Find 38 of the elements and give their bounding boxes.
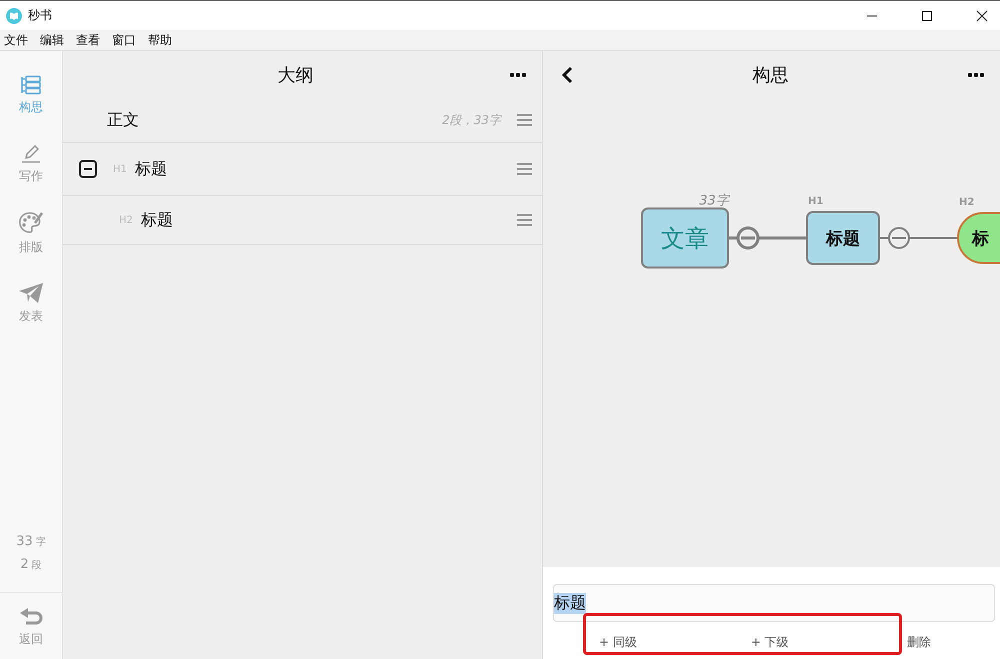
count-unit: 段 xyxy=(32,559,42,572)
close-icon[interactable] xyxy=(976,10,988,22)
drag-handle-icon[interactable] xyxy=(517,214,532,226)
action-button[interactable]: + 下级 xyxy=(750,632,789,653)
heading-level: H2 xyxy=(959,197,974,208)
outline-item-text[interactable]: 正文 xyxy=(107,110,139,130)
outline-icon xyxy=(20,75,42,95)
word-count: 33字 xyxy=(699,194,729,208)
outline-item-text[interactable]: 标题 xyxy=(134,158,167,180)
panel-title: 构思 xyxy=(752,64,790,86)
menu-item[interactable]: 文件 xyxy=(4,32,28,48)
palette-icon xyxy=(18,211,44,235)
word-count: 2段，33字 xyxy=(442,112,501,128)
pencil-icon xyxy=(20,142,42,164)
count-value: 2 xyxy=(20,557,29,572)
undo-arrow-icon xyxy=(19,607,43,627)
menu-item[interactable]: 帮助 xyxy=(148,32,172,48)
window-title: 秒书 xyxy=(28,7,52,24)
topic-node[interactable]: 标 xyxy=(957,212,1000,264)
menu-item[interactable]: 查看 xyxy=(76,32,100,48)
drag-handle-icon[interactable] xyxy=(517,163,532,175)
drag-handle-icon[interactable] xyxy=(517,114,532,126)
menu-item[interactable]: 窗口 xyxy=(112,32,136,48)
action-button[interactable]: + 同级 xyxy=(599,632,637,653)
paper-plane-icon xyxy=(18,282,44,304)
outline-item-text[interactable]: 标题 xyxy=(140,210,173,230)
action-button[interactable]: 删除 xyxy=(906,632,931,653)
topic-node[interactable]: 标题 xyxy=(806,211,880,265)
app-logo-icon xyxy=(6,8,22,24)
collapse-icon[interactable] xyxy=(79,160,97,178)
panel-title: 大纲 xyxy=(276,64,314,86)
input-field[interactable]: 标题 xyxy=(553,584,995,622)
count-unit: 字 xyxy=(36,536,46,549)
selected-text: 标题 xyxy=(554,592,586,614)
menu-item[interactable]: 编辑 xyxy=(40,32,64,48)
heading-level: H1 xyxy=(808,196,824,207)
maximize-icon[interactable] xyxy=(921,10,933,22)
count-value: 33 xyxy=(16,534,33,549)
